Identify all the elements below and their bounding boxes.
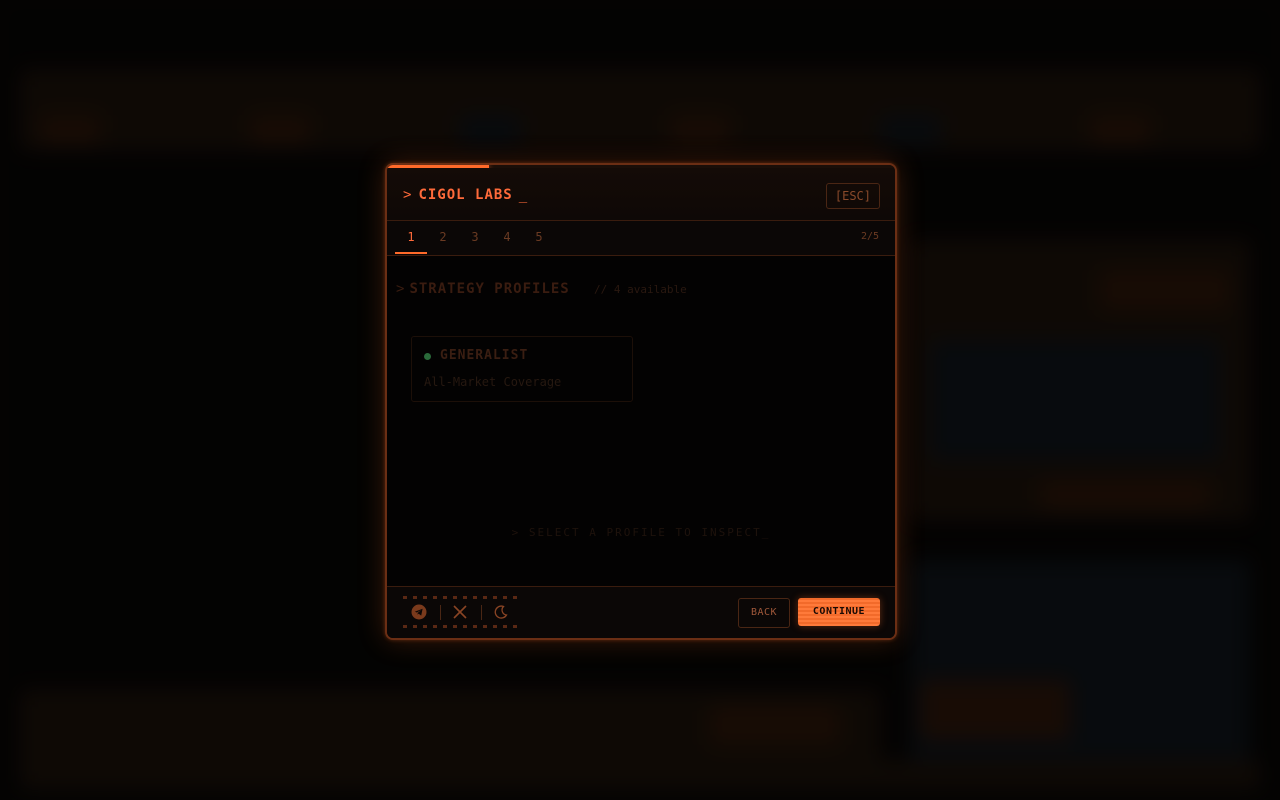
selection-hint: > SELECT A PROFILE TO INSPECT_	[511, 526, 771, 539]
modal-title: > CIGOL LABS _	[403, 187, 528, 203]
step-tab-1[interactable]: 1	[395, 221, 427, 254]
modal-title-text: CIGOL LABS	[418, 187, 513, 203]
title-cursor: _	[518, 187, 529, 203]
profile-description: All-Market Coverage	[424, 375, 562, 389]
telegram-icon[interactable]	[411, 604, 427, 620]
moon-icon[interactable]	[493, 604, 509, 620]
modal-footer: BACK CONTINUE	[387, 586, 895, 638]
modal-header: > CIGOL LABS _ [ESC]	[387, 168, 895, 221]
profile-name: GENERALIST	[440, 348, 529, 363]
close-esc-button[interactable]: [ESC]	[825, 183, 880, 209]
dotted-border-bottom	[403, 625, 519, 628]
back-button[interactable]: BACK	[738, 598, 790, 628]
step-tab-4[interactable]: 4	[491, 221, 523, 254]
prompt-chevron: >	[403, 187, 413, 203]
onboarding-modal: > CIGOL LABS _ [ESC] 1 2 3 4 5 2/5 > STRATE…	[385, 163, 897, 640]
section-title-text: STRATEGY PROFILES	[409, 281, 570, 297]
social-divider	[481, 605, 482, 620]
step-tab-5[interactable]: 5	[523, 221, 555, 254]
section-subtitle: // 4 available	[594, 283, 687, 296]
section-prompt: >	[396, 281, 406, 297]
step-counter: 2/5	[860, 231, 879, 242]
step-tab-3[interactable]: 3	[459, 221, 491, 254]
social-divider	[440, 605, 441, 620]
continue-button[interactable]: CONTINUE	[798, 598, 880, 626]
profile-card[interactable]: GENERALIST All-Market Coverage	[411, 336, 633, 402]
x-twitter-icon[interactable]	[452, 604, 468, 620]
section-title: > STRATEGY PROFILES	[396, 281, 570, 297]
step-tab-2[interactable]: 2	[427, 221, 459, 254]
step-tabs: 1 2 3 4 5 2/5	[387, 221, 895, 256]
dotted-border-top	[403, 596, 519, 599]
modal-content: > STRATEGY PROFILES // 4 available GENERA…	[387, 256, 895, 586]
social-links	[403, 596, 519, 628]
status-dot	[424, 353, 431, 360]
